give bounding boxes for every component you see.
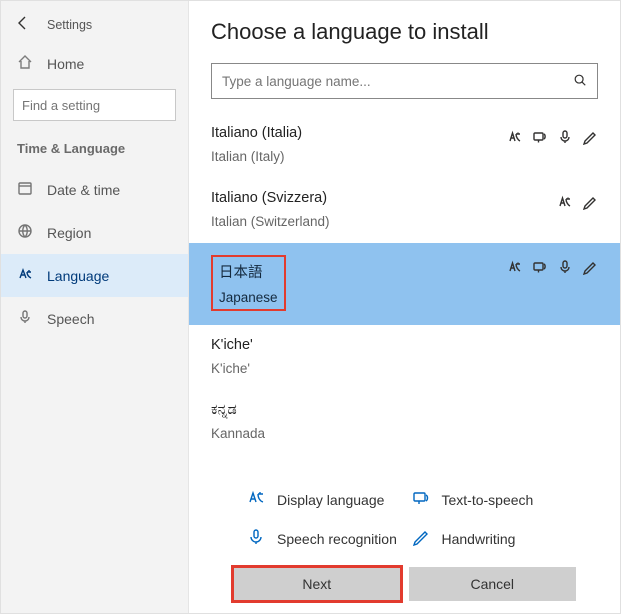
sidebar-item-label: Language <box>47 268 109 284</box>
legend-label: Text-to-speech <box>442 492 534 508</box>
language-feature-icons <box>557 194 598 213</box>
list-item[interactable]: Italiano (Svizzera) Italian (Switzerland) <box>189 178 620 243</box>
button-bar: Next Cancel <box>211 559 598 613</box>
feature-legend: Display language Text-to-speech Speech r… <box>211 473 598 559</box>
list-item-cutoff <box>189 105 620 113</box>
settings-sidebar: Settings Home Time & Language Date & tim… <box>1 1 189 613</box>
language-english-name: Kannada <box>211 426 265 441</box>
display-icon <box>557 194 573 213</box>
list-item[interactable]: K'iche' K'iche' <box>189 325 620 390</box>
search-icon <box>573 73 587 90</box>
sidebar-item-speech[interactable]: Speech <box>1 297 188 340</box>
legend-speech: Speech recognition <box>247 528 412 549</box>
language-native-name: Italiano (Svizzera) <box>211 190 330 206</box>
next-button[interactable]: Next <box>233 567 401 601</box>
handwriting-icon <box>582 129 598 148</box>
language-feature-icons <box>507 129 598 148</box>
back-icon[interactable] <box>15 15 31 34</box>
display-icon <box>507 259 523 278</box>
window-title: Settings <box>47 18 92 32</box>
display-language-icon <box>247 489 265 510</box>
language-native-name: Italiano (Italia) <box>211 125 302 141</box>
language-feature-icons <box>507 259 598 278</box>
legend-label: Handwriting <box>442 531 516 547</box>
language-native-name: ಕನ್ನಡ <box>211 402 265 418</box>
calendar-icon <box>17 180 33 199</box>
language-english-name: Japanese <box>219 290 278 305</box>
language-icon <box>17 266 33 285</box>
legend-handwriting: Handwriting <box>412 528 577 549</box>
language-list: Italiano (Italia) Italian (Italy) Italian… <box>189 105 620 473</box>
language-search-box[interactable] <box>211 63 598 99</box>
language-english-name: Italian (Italy) <box>211 149 302 164</box>
language-english-name: K'iche' <box>211 361 253 376</box>
legend-label: Speech recognition <box>277 531 397 547</box>
handwriting-icon <box>582 194 598 213</box>
sidebar-item-date-time[interactable]: Date & time <box>1 168 188 211</box>
sidebar-home[interactable]: Home <box>1 44 188 83</box>
language-native-name: 日本語 <box>219 261 278 282</box>
language-native-name: K'iche' <box>211 337 253 353</box>
titlebar: Settings <box>1 9 188 44</box>
list-item[interactable]: Italiano (Italia) Italian (Italy) <box>189 113 620 178</box>
microphone-icon <box>17 309 33 328</box>
language-search-input[interactable] <box>222 74 573 89</box>
home-icon <box>17 54 33 73</box>
display-icon <box>507 129 523 148</box>
tts-icon <box>532 129 548 148</box>
sidebar-item-label: Region <box>47 225 91 241</box>
find-setting-box[interactable] <box>13 89 176 121</box>
tts-icon <box>532 259 548 278</box>
text-to-speech-icon <box>412 489 430 510</box>
cancel-button[interactable]: Cancel <box>409 567 577 601</box>
globe-icon <box>17 223 33 242</box>
legend-tts: Text-to-speech <box>412 489 577 510</box>
find-setting-input[interactable] <box>22 98 167 113</box>
sidebar-item-language[interactable]: Language <box>1 254 188 297</box>
speech-recognition-icon <box>247 528 265 549</box>
sidebar-item-label: Date & time <box>47 182 120 198</box>
legend-display: Display language <box>247 489 412 510</box>
list-item[interactable]: ಕನ್ನಡ Kannada <box>189 390 620 455</box>
speech-icon <box>557 129 573 148</box>
list-item[interactable]: 日本語 Japanese <box>189 243 620 325</box>
sidebar-item-label: Speech <box>47 311 94 327</box>
legend-label: Display language <box>277 492 384 508</box>
sidebar-home-label: Home <box>47 56 84 72</box>
sidebar-item-region[interactable]: Region <box>1 211 188 254</box>
handwriting-icon <box>412 528 430 549</box>
main-panel: Choose a language to install Italiano (I… <box>189 1 620 613</box>
speech-icon <box>557 259 573 278</box>
handwriting-icon <box>582 259 598 278</box>
language-english-name: Italian (Switzerland) <box>211 214 330 229</box>
page-title: Choose a language to install <box>211 19 598 45</box>
sidebar-group-header: Time & Language <box>1 135 188 168</box>
